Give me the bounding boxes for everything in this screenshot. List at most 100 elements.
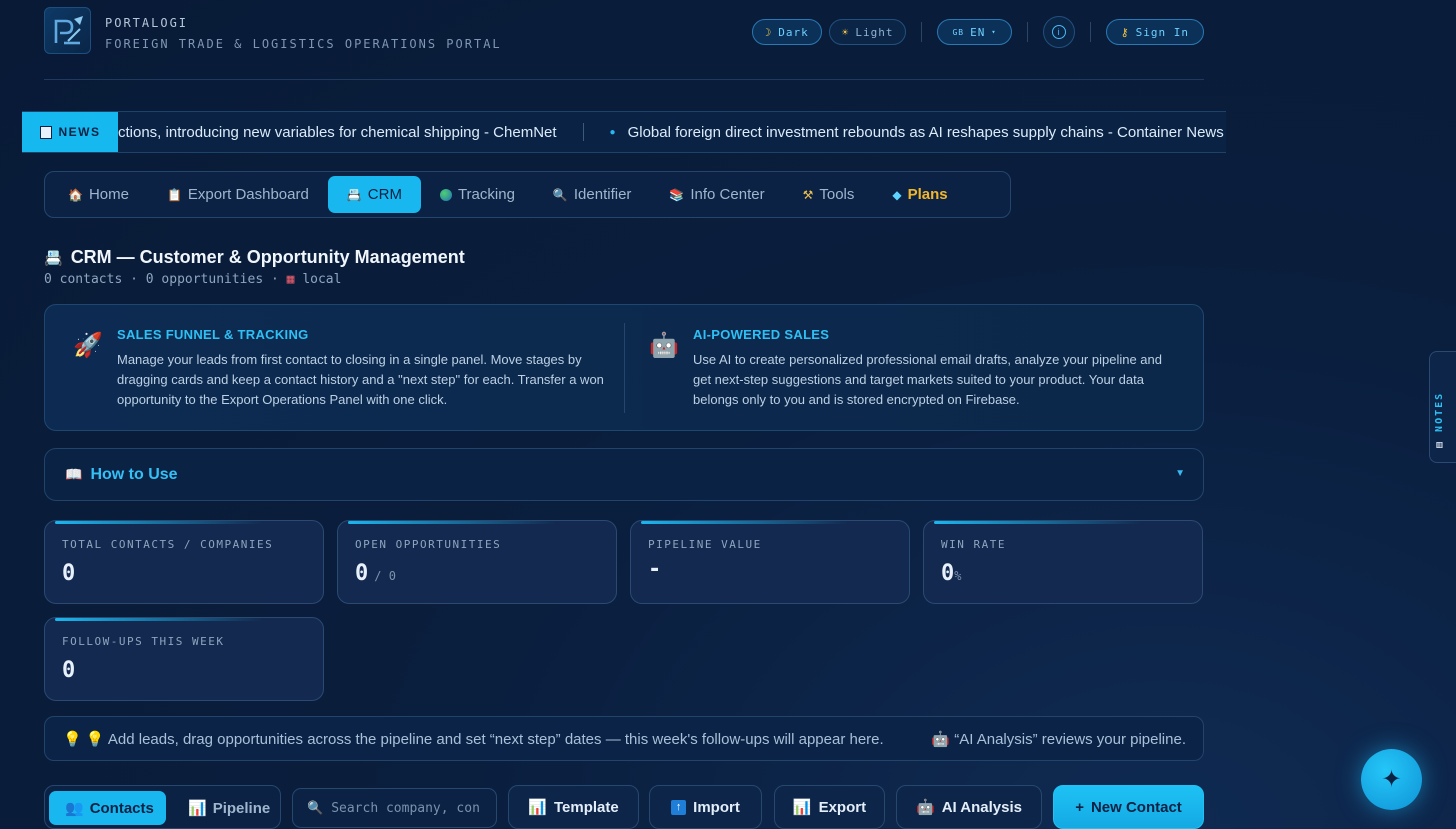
stat-value: 0: [355, 561, 369, 586]
import-label: Import: [693, 798, 740, 816]
dark-theme-label: Dark: [778, 25, 809, 39]
stat-value: 0: [62, 658, 76, 683]
folder-icon: ▤: [1434, 439, 1445, 448]
news-item[interactable]: ctions, introducing new variables for ch…: [118, 124, 557, 141]
book-icon: 📖: [65, 466, 83, 482]
bar-chart-icon: 📊: [188, 800, 207, 817]
sparkle-icon: ✦: [1381, 766, 1402, 793]
tip-banner: 💡 💡 Add leads, drag opportunities across…: [44, 716, 1204, 761]
nav-identifier[interactable]: 🔍 Identifier: [534, 176, 651, 213]
nav-info-center[interactable]: 📚 Info Center: [650, 176, 783, 213]
search-input[interactable]: 🔍 Search company, con: [292, 788, 497, 828]
stat-pipeline-value: PIPELINE VALUE -: [630, 520, 910, 604]
dark-theme-button[interactable]: ☽ Dark: [751, 19, 822, 45]
language-selector[interactable]: GB EN ▾: [937, 19, 1012, 45]
stat-label: FOLLOW-UPS THIS WEEK: [62, 635, 225, 648]
opportunities-count: 0 opportunities: [145, 272, 264, 287]
feature-card: 🚀 SALES FUNNEL & TRACKING Manage your le…: [44, 304, 1204, 431]
nav-tracking[interactable]: Tracking: [421, 176, 534, 213]
nav-tracking-label: Tracking: [457, 186, 515, 203]
stat-label: WIN RATE: [941, 538, 1006, 551]
globe-icon: [439, 188, 452, 201]
bullet-icon: ●: [609, 126, 616, 138]
how-to-use-accordion[interactable]: 📖 How to Use ▼: [44, 448, 1204, 501]
robot-icon: 🤖: [649, 332, 679, 359]
flag-icon: GB: [952, 27, 965, 37]
template-button[interactable]: 📊 Template: [508, 785, 639, 829]
nav-info-center-label: Info Center: [690, 186, 765, 203]
import-button[interactable]: ↑ Import: [649, 785, 762, 829]
feature-body: Manage your leads from first contact to …: [117, 352, 604, 407]
logo-mark-icon: [54, 15, 83, 44]
upload-arrow-icon: ↑: [671, 799, 687, 815]
ai-assistant-fab[interactable]: ✦: [1361, 749, 1422, 810]
nav-home-label: Home: [88, 186, 129, 203]
nav-home[interactable]: 🏠 Home: [49, 176, 148, 213]
newspaper-icon: [39, 125, 52, 139]
tip-left: 💡 💡 Add leads, drag opportunities across…: [63, 730, 931, 748]
info-icon: i: [1051, 25, 1066, 39]
page-meta: 0 contacts · 0 opportunities · ▦ local: [44, 272, 341, 287]
light-theme-button[interactable]: ☀ Light: [828, 19, 907, 45]
notes-label: NOTES: [1434, 391, 1445, 432]
feature-title: SALES FUNNEL & TRACKING: [117, 327, 309, 342]
news-ticker: NEWS ctions, introducing new variables f…: [22, 111, 1226, 153]
contacts-view-button[interactable]: 👥 Contacts: [49, 791, 166, 825]
search-icon: 🔍: [307, 800, 324, 816]
ai-analysis-button[interactable]: 🤖 AI Analysis: [896, 785, 1042, 829]
rolodex-icon: 📇: [44, 249, 63, 267]
robot-icon: 🤖: [931, 730, 951, 748]
feature-title: AI-POWERED SALES: [693, 327, 830, 342]
notes-label-wrap: ▤ NOTES: [1434, 392, 1445, 448]
ai-analysis-label: AI Analysis: [941, 798, 1022, 816]
brand-name: PORTALOGI: [105, 16, 189, 30]
notes-side-tab[interactable]: ▤ NOTES: [1429, 351, 1456, 463]
nav-plans[interactable]: ◆ Plans: [873, 176, 966, 213]
meta-separator: ·: [130, 272, 146, 287]
stat-sub: / 0: [374, 569, 396, 583]
nav-plans-label: Plans: [907, 186, 948, 203]
export-button[interactable]: 📊 Export: [774, 785, 885, 829]
stat-followups-week: FOLLOW-UPS THIS WEEK 0: [44, 617, 324, 701]
feature-divider: [624, 323, 625, 413]
clipboard-icon: 📋: [166, 187, 182, 202]
magnifier-icon: 🔍: [552, 187, 568, 202]
nav-crm[interactable]: 📇 CRM: [327, 176, 421, 213]
news-separator: [582, 123, 584, 141]
portalogi-logo[interactable]: [44, 7, 91, 54]
nav-crm-label: CRM: [367, 186, 402, 203]
news-item[interactable]: Global foreign direct investment rebound…: [628, 124, 1224, 141]
nav-export-dashboard[interactable]: 📋 Export Dashboard: [148, 176, 328, 213]
new-contact-button[interactable]: + New Contact: [1053, 785, 1204, 829]
info-button[interactable]: i: [1042, 16, 1075, 48]
brand-subtitle: FOREIGN TRADE & LOGISTICS OPERATIONS POR…: [105, 37, 502, 51]
sign-in-button[interactable]: ⚷ Sign In: [1105, 19, 1204, 45]
stat-value: -: [648, 557, 662, 582]
stat-label: TOTAL CONTACTS / COMPANIES: [62, 538, 274, 551]
news-track: ctions, introducing new variables for ch…: [118, 112, 1224, 152]
stat-value: 0: [941, 561, 955, 586]
main-nav: 🏠 Home 📋 Export Dashboard 📇 CRM Tracking 🔍 I…: [44, 171, 1011, 218]
books-icon: 📚: [669, 187, 685, 202]
lightbulb-icon: 💡: [63, 730, 82, 748]
contacts-view-label: Contacts: [89, 799, 154, 817]
stat-value: 0: [62, 561, 76, 586]
how-to-use-label: How to Use: [90, 465, 178, 483]
rolodex-icon: 📇: [346, 187, 362, 202]
tip-text: Add leads, drag opportunities across the…: [107, 730, 884, 748]
tip-right: 🤖 “AI Analysis” reviews your pipeline.: [931, 730, 1186, 748]
template-label: Template: [553, 798, 619, 816]
storage-mode: local: [302, 272, 342, 287]
nav-tools[interactable]: ⚒ Tools: [784, 176, 874, 213]
stat-label: PIPELINE VALUE: [648, 538, 762, 551]
stat-unit: %: [954, 569, 962, 583]
header-actions: ☽ Dark ☀ Light GB EN ▾ i ⚷ Sign In: [751, 16, 1204, 48]
stat-value-wrap: 0 / 0: [355, 561, 396, 586]
bar-chart-icon: 📊: [792, 799, 812, 816]
stat-open-opportunities: OPEN OPPORTUNITIES 0 / 0: [337, 520, 617, 604]
light-theme-label: Light: [855, 25, 894, 39]
chevron-down-icon: ▾: [991, 28, 997, 36]
divider: [921, 22, 923, 42]
stat-label: OPEN OPPORTUNITIES: [355, 538, 502, 551]
pipeline-view-button[interactable]: 📊 Pipeline: [172, 791, 286, 825]
